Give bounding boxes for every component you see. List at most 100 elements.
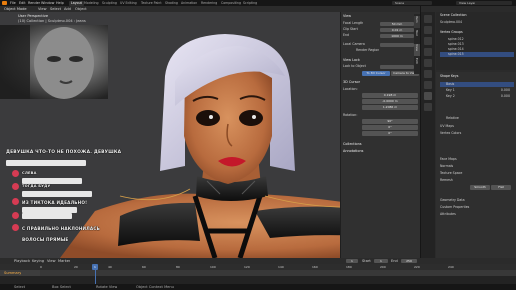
vertex-colors-panel[interactable]: Vertex Colors <box>440 131 514 136</box>
local-camera-row: Local Camera <box>343 42 417 47</box>
timeline-tick: 80 <box>176 265 180 269</box>
viewport-menu-select[interactable]: Select <box>50 7 61 11</box>
material-props-icon[interactable] <box>424 103 432 111</box>
menu-render[interactable]: Render <box>28 1 40 5</box>
attributes-panel[interactable]: Attributes <box>440 212 514 217</box>
scene-selector[interactable]: Scene <box>392 1 432 5</box>
face-maps-panel[interactable]: Face Maps <box>440 157 514 162</box>
status-box-select: Box Select <box>52 285 71 289</box>
menu-edit[interactable]: Edit <box>19 1 26 5</box>
cursor-location-x[interactable]: 0.198 m <box>362 93 418 98</box>
annotations-header[interactable]: Annotations <box>343 149 417 154</box>
clip-end-label: End <box>343 33 350 37</box>
tab-rendering[interactable]: Rendering <box>199 1 219 6</box>
to-3d-cursor-toggle[interactable]: To 3D Cursor <box>362 71 390 76</box>
local-camera-field[interactable] <box>380 42 414 47</box>
mesh-data-props-icon[interactable] <box>424 92 432 100</box>
timeline-tick: 180 <box>346 265 352 269</box>
timeline-menu-playback[interactable]: Playback <box>14 259 30 263</box>
clip-start-field[interactable]: 0.01 m <box>380 27 414 32</box>
chat-user-badge <box>12 198 19 205</box>
shape-key-value[interactable]: 0.000 <box>501 88 510 93</box>
timeline-tick: 160 <box>312 265 318 269</box>
local-camera-label: Local Camera <box>343 42 365 46</box>
lock-to-object-field[interactable] <box>380 64 414 69</box>
world-props-icon[interactable] <box>424 59 432 67</box>
chat-user-badge <box>12 170 19 177</box>
viewport-menu-add[interactable]: Add <box>64 7 71 11</box>
relative-checkbox[interactable]: Relative <box>440 116 514 121</box>
texture-space-panel[interactable]: Texture Space <box>440 171 514 176</box>
vertex-groups-header[interactable]: Vertex Groups <box>440 30 514 35</box>
timeline-menu-marker[interactable]: Marker <box>58 259 70 263</box>
end-frame-field[interactable]: 250 <box>401 259 417 263</box>
menu-window[interactable]: Window <box>41 1 54 5</box>
timeline-tick: 120 <box>244 265 250 269</box>
viewport-menu-view[interactable]: View <box>38 7 47 11</box>
tab-animation[interactable]: Animation <box>179 1 199 6</box>
geometry-data-panel[interactable]: Geometry Data <box>440 198 514 203</box>
view-lock-header[interactable]: View Lock <box>343 58 417 63</box>
cursor-location-y[interactable]: -0.0000 m <box>362 99 418 104</box>
tab-scripting[interactable]: Scripting <box>241 1 259 6</box>
blender-logo-icon[interactable] <box>2 1 7 5</box>
scene-props-icon[interactable] <box>424 48 432 56</box>
status-rotate-view: Rotate View <box>96 285 118 289</box>
vertex-group-item[interactable]: spine.015 <box>440 52 514 57</box>
status-context-menu: Object Context Menu <box>136 285 174 289</box>
shape-key-item[interactable]: Basis <box>440 82 514 87</box>
smooth-button[interactable]: Smooth <box>470 185 490 190</box>
outliner-title: Scene Collection <box>440 13 467 17</box>
clip-start-label: Clip Start <box>343 27 358 31</box>
shape-keys-header[interactable]: Shape Keys <box>440 74 514 79</box>
uv-maps-panel[interactable]: UV Maps <box>440 124 514 129</box>
object-props-icon[interactable] <box>424 70 432 78</box>
3d-cursor-header[interactable]: 3D Cursor <box>343 80 417 85</box>
chat-user-badge <box>12 224 19 231</box>
cursor-rotation-z[interactable]: 0° <box>362 131 418 136</box>
tab-shading[interactable]: Shading <box>163 1 180 6</box>
modifier-props-icon[interactable] <box>424 81 432 89</box>
collections-header[interactable]: Collections <box>343 142 417 147</box>
shape-key-item[interactable]: Key 2 0.000 <box>440 94 514 99</box>
clip-end-field[interactable]: 1000 m <box>380 33 414 38</box>
timeline-menu-keying[interactable]: Keying <box>32 259 44 263</box>
tab-compositing[interactable]: Compositing <box>219 1 243 6</box>
menu-file[interactable]: File <box>10 1 16 5</box>
timeline-menu-view[interactable]: View <box>47 259 56 263</box>
shape-key-value[interactable]: 0.000 <box>501 94 510 99</box>
chat-user-badge <box>12 183 19 190</box>
view-layer-selector[interactable]: View Layer <box>456 1 512 5</box>
view-section-header[interactable]: View <box>343 14 417 19</box>
start-frame-field[interactable]: 1 <box>374 259 388 263</box>
timeline-summary-row: Summary <box>0 270 40 276</box>
viewport-collection-info: (10) Collection | Sculptmo.004 : Jeans <box>18 19 86 23</box>
normals-panel[interactable]: Normals <box>440 164 514 169</box>
focal-length-row: Focal Length 50 mm <box>343 21 417 26</box>
tab-modeling[interactable]: Modeling <box>82 1 101 6</box>
viewport-menu-object[interactable]: Object <box>75 7 87 11</box>
view-layer-label: View Layer <box>459 1 476 5</box>
focal-length-field[interactable]: 50 mm <box>380 21 414 26</box>
mode-selector[interactable]: Object Mode <box>4 7 27 11</box>
tab-sculpting[interactable]: Sculpting <box>100 1 119 6</box>
output-props-icon[interactable] <box>424 37 432 45</box>
custom-properties-panel[interactable]: Custom Properties <box>440 205 514 210</box>
timeline-track[interactable] <box>0 270 516 276</box>
menu-help[interactable]: Help <box>56 1 64 5</box>
cursor-location-z[interactable]: 1.2086 m <box>362 105 418 110</box>
cursor-rotation-y[interactable]: 0° <box>362 125 418 130</box>
tab-texture-paint[interactable]: Texture Paint <box>139 1 164 6</box>
current-frame-field[interactable]: 1 <box>346 259 358 263</box>
render-props-icon[interactable] <box>424 26 432 34</box>
shape-key-item[interactable]: Key 1 0.000 <box>440 88 514 93</box>
flat-button[interactable]: Flat <box>491 185 511 190</box>
cursor-rotation-x[interactable]: 90° <box>362 119 418 124</box>
tool-props-icon[interactable] <box>424 15 432 23</box>
tab-uv-editing[interactable]: UV Editing <box>118 1 139 6</box>
chat-line: С ПРАВИЛЬНО НАКЛОНИЛАСЬ <box>22 226 101 231</box>
outliner-item[interactable]: Sculptmo.004 <box>440 20 514 25</box>
focal-length-label: Focal Length <box>343 21 364 25</box>
remesh-panel[interactable]: Remesh <box>440 178 514 183</box>
chat-line: ИЗ ТИКТОКА ИДЕАЛЬНО! <box>22 200 88 205</box>
